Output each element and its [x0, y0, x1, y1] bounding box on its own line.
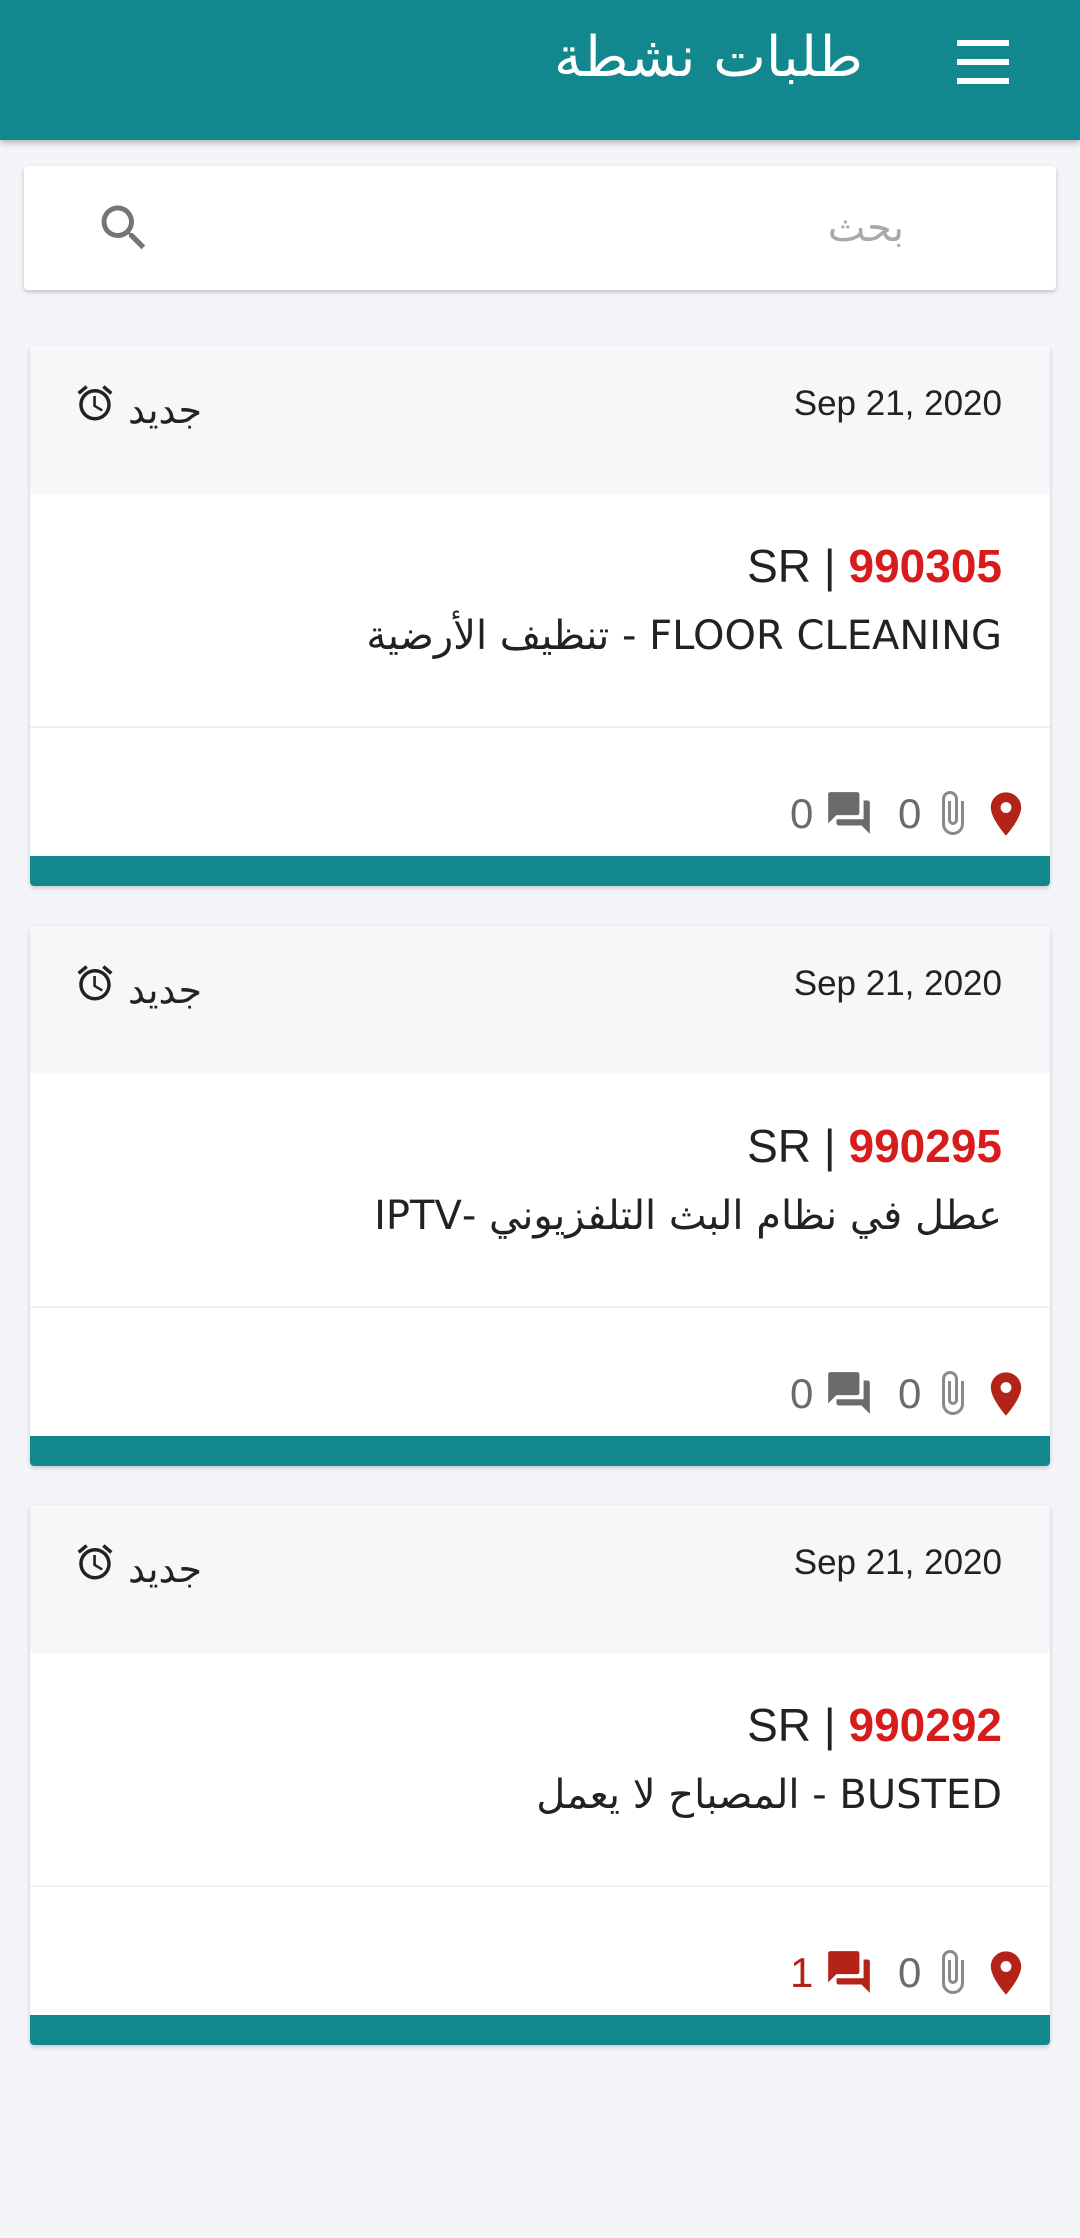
comments-count: 0 — [790, 1364, 900, 1424]
card-header: Sep 21, 2020 جديد — [30, 926, 1050, 1074]
card-header: Sep 21, 2020 جديد — [30, 346, 1050, 494]
location-pin-icon[interactable] — [980, 1368, 1032, 1420]
service-request-id: SR | 990292 — [747, 1697, 1002, 1753]
sr-prefix: SR | — [747, 1699, 849, 1751]
request-date: Sep 21, 2020 — [793, 964, 1002, 1003]
request-date: Sep 21, 2020 — [793, 1543, 1002, 1582]
comments-count: 0 — [790, 784, 900, 844]
alarm-clock-icon — [77, 385, 113, 421]
comment-icon — [828, 1951, 870, 1993]
card-accent-bar — [30, 856, 1050, 886]
attachments-count-value: 0 — [898, 790, 922, 837]
search-bar — [24, 166, 1056, 290]
paperclip-icon — [942, 1371, 964, 1415]
request-card[interactable]: Sep 21, 2020 جديد SR | 990292 BUSTED - ا… — [30, 1505, 1050, 2045]
sr-number: 990295 — [848, 1120, 1003, 1172]
service-request-id: SR | 990305 — [747, 538, 1002, 594]
sr-number: 990305 — [848, 540, 1003, 592]
attachments-count: 0 — [898, 1943, 988, 2003]
status-label: جديد — [128, 1547, 202, 1591]
attachments-count: 0 — [898, 784, 988, 844]
comments-count: 1 — [790, 1943, 900, 2003]
comments-count-value: 1 — [790, 1949, 814, 1996]
request-date: Sep 21, 2020 — [793, 384, 1002, 423]
comment-icon — [828, 792, 870, 834]
status-label: جديد — [128, 968, 202, 1012]
alarm-clock-icon — [77, 965, 113, 1001]
card-header: Sep 21, 2020 جديد — [30, 1505, 1050, 1653]
search-input[interactable] — [174, 186, 904, 270]
menu-icon — [957, 40, 1009, 84]
alarm-clock-icon — [77, 1544, 113, 1580]
location-pin-icon[interactable] — [980, 788, 1032, 840]
divider — [30, 1306, 1050, 1308]
status-label: جديد — [128, 388, 202, 432]
search-icon[interactable] — [94, 198, 154, 258]
page-title: طلبات نشطة — [553, 25, 863, 90]
menu-button[interactable] — [951, 34, 1015, 90]
divider — [30, 726, 1050, 728]
divider — [30, 1885, 1050, 1887]
paperclip-icon — [942, 791, 964, 835]
service-request-id: SR | 990295 — [747, 1118, 1002, 1174]
comments-count-value: 0 — [790, 790, 814, 837]
app-bar: طلبات نشطة — [0, 0, 1080, 140]
attachments-count-value: 0 — [898, 1370, 922, 1417]
card-accent-bar — [30, 2015, 1050, 2045]
request-card[interactable]: Sep 21, 2020 جديد SR | 990305 FLOOR CLEA… — [30, 346, 1050, 886]
sr-prefix: SR | — [747, 540, 849, 592]
card-accent-bar — [30, 1436, 1050, 1466]
comment-icon — [828, 1372, 870, 1414]
paperclip-icon — [942, 1950, 964, 1994]
comments-count-value: 0 — [790, 1370, 814, 1417]
attachments-count-value: 0 — [898, 1949, 922, 1996]
request-description: BUSTED - المصباح لا يعمل — [536, 1772, 1002, 1818]
request-description: عطل في نظام البث التلفزيوني -IPTV — [374, 1193, 1002, 1239]
request-description: FLOOR CLEANING - تنظيف الأرضية — [366, 613, 1002, 659]
location-pin-icon[interactable] — [980, 1947, 1032, 1999]
sr-prefix: SR | — [747, 1120, 849, 1172]
sr-number: 990292 — [848, 1699, 1003, 1751]
attachments-count: 0 — [898, 1364, 988, 1424]
request-card[interactable]: Sep 21, 2020 جديد SR | 990295 عطل في نظا… — [30, 926, 1050, 1466]
